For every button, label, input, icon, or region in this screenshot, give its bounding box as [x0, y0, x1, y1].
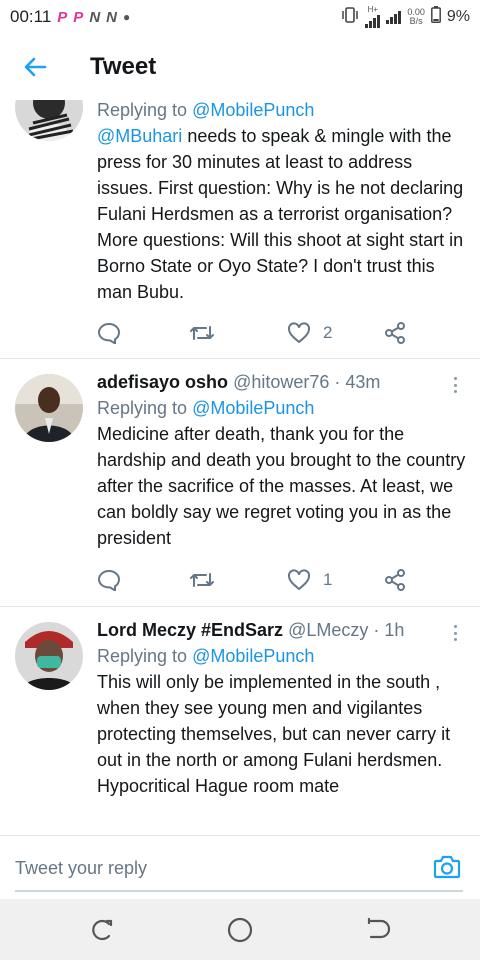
- mention-link[interactable]: @MBuhari: [97, 126, 182, 146]
- reply-input[interactable]: Tweet your reply: [15, 858, 147, 879]
- tweet[interactable]: Replying to @MobilePunch @MBuhari needs …: [0, 100, 480, 358]
- heart-icon: [287, 322, 311, 344]
- tweet-feed[interactable]: Replying to @MobilePunch @MBuhari needs …: [0, 100, 480, 835]
- notification-icon: N: [89, 8, 101, 26]
- author-handle: @LMeczy · 1h: [288, 620, 405, 640]
- back-button[interactable]: [0, 34, 70, 100]
- net-speed: 0.00 B/s: [407, 7, 425, 26]
- reply-to-mention[interactable]: @MobilePunch: [192, 398, 314, 418]
- share-icon: [385, 322, 405, 344]
- retweet-icon: [190, 573, 214, 587]
- replying-to: Replying to @MobilePunch: [97, 646, 315, 666]
- replying-to: Replying to @MobilePunch: [97, 100, 315, 120]
- speech-bubble-icon: [97, 322, 121, 344]
- more-notifications-dot: ●: [123, 10, 131, 24]
- author-handle: @hitower76 · 43m: [233, 372, 381, 392]
- retweet-button[interactable]: [189, 570, 215, 590]
- tweet-text: This will only be implemented in the sou…: [97, 669, 466, 799]
- signal-icon: [386, 10, 402, 24]
- retweet-button[interactable]: [189, 323, 215, 343]
- reply-to-mention[interactable]: @MobilePunch: [192, 100, 314, 120]
- battery-icon: [430, 6, 441, 28]
- header: Tweet: [0, 34, 480, 100]
- notification-icon: N: [106, 8, 117, 26]
- reply-button[interactable]: [97, 322, 121, 344]
- tweet-text-paragraph: Hypocritical Hague room mate: [97, 776, 340, 796]
- avatar[interactable]: [15, 622, 83, 690]
- like-button[interactable]: 1: [287, 569, 332, 591]
- home-icon: [227, 917, 253, 943]
- notification-icon: P: [73, 8, 84, 26]
- reply-button[interactable]: [97, 569, 121, 591]
- share-button[interactable]: [384, 322, 406, 344]
- avatar[interactable]: [15, 100, 83, 141]
- notification-icon: P: [57, 8, 68, 26]
- reply-composer: Tweet your reply: [0, 835, 480, 899]
- heart-icon: [287, 569, 311, 591]
- back-icon: [367, 917, 391, 939]
- tweet[interactable]: adefisayo osho @hitower76 · 43m Replying…: [0, 359, 480, 606]
- recents-icon: [92, 919, 113, 941]
- tweet-text: @MBuhari needs to speak & mingle with th…: [97, 126, 464, 302]
- camera-icon: [433, 855, 461, 879]
- status-bar: 00:11 P P N N ● H+ 0.00 B/s 9%: [0, 0, 480, 34]
- tweet-text-paragraph: This will only be implemented in the sou…: [97, 672, 451, 770]
- avatar[interactable]: [15, 374, 83, 442]
- like-count: 1: [323, 570, 333, 589]
- author-line: adefisayo osho @hitower76 · 43m: [97, 369, 466, 395]
- recents-button[interactable]: [87, 915, 117, 945]
- share-button[interactable]: [384, 569, 406, 591]
- system-nav-bar: [0, 899, 480, 960]
- camera-button[interactable]: [432, 852, 462, 882]
- author-name[interactable]: Lord Meczy #EndSarz: [97, 620, 283, 640]
- status-time: 00:11: [10, 7, 52, 26]
- arrow-left-icon: [24, 57, 47, 77]
- replying-to: Replying to @MobilePunch: [97, 398, 315, 418]
- page-title: Tweet: [90, 53, 157, 80]
- speech-bubble-icon: [97, 569, 121, 591]
- battery-level: 9%: [446, 8, 470, 25]
- like-count: 2: [323, 323, 333, 342]
- network-type: H+: [367, 5, 379, 14]
- back-nav-button[interactable]: [363, 915, 393, 945]
- tweet-text: Medicine after death, thank you for the …: [97, 424, 466, 548]
- tweet[interactable]: Lord Meczy #EndSarz @LMeczy · 1h Replyin…: [0, 607, 480, 835]
- signal-icon: [365, 14, 381, 28]
- retweet-icon: [190, 326, 214, 340]
- home-button[interactable]: [225, 915, 255, 945]
- author-line: Lord Meczy #EndSarz @LMeczy · 1h: [97, 617, 466, 643]
- author-name[interactable]: adefisayo osho: [97, 372, 228, 392]
- reply-input-underline: [15, 890, 463, 892]
- reply-to-mention[interactable]: @MobilePunch: [192, 646, 314, 666]
- vibrate-icon: [341, 6, 359, 28]
- like-button[interactable]: 2: [287, 322, 332, 344]
- share-icon: [385, 569, 405, 591]
